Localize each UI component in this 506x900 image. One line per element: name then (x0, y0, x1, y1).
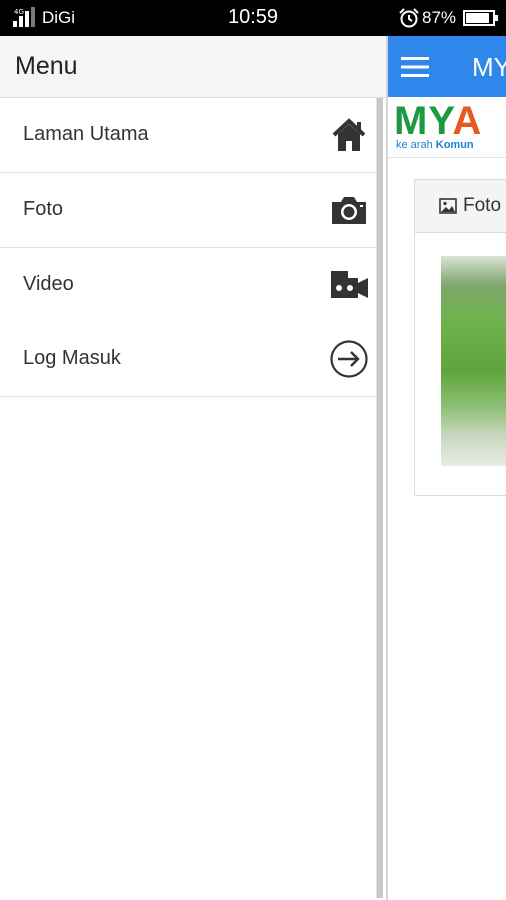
menu-item-label: Video (23, 273, 74, 295)
image-icon (439, 198, 457, 214)
menu-item-foto[interactable]: Foto (0, 173, 376, 248)
menu-item-log-masuk[interactable]: Log Masuk (0, 322, 376, 397)
drawer-header: Menu (0, 36, 386, 98)
menu-item-label: Foto (23, 198, 64, 220)
logo-banner: MYA ke arah Komun (388, 97, 506, 158)
battery-icon (463, 10, 498, 26)
photo-card-header: Foto (415, 180, 506, 233)
photo-card: Foto (414, 179, 506, 496)
drawer-title: Menu (15, 52, 78, 80)
carrier-label: DiGi (42, 8, 76, 27)
background-app: MY MYA ke arah Komun Foto (388, 36, 506, 900)
home-icon (332, 118, 366, 151)
status-bar: 4G DiGi 10:59 87% (0, 0, 506, 36)
drawer-divider (386, 36, 388, 900)
menu-item-video[interactable]: Video (0, 248, 376, 323)
login-arrow-icon (330, 340, 368, 378)
hamburger-menu-icon[interactable] (401, 56, 429, 78)
site-logo: MYA (394, 99, 483, 143)
menu-item-laman-utama[interactable]: Laman Utama (0, 98, 376, 173)
app-toolbar: MY (388, 36, 506, 97)
navigation-drawer: Menu Laman Utama Foto Video Log Masuk (0, 36, 388, 900)
app-title: MY (472, 52, 506, 82)
signal-icon: 4G (13, 7, 35, 27)
video-camera-icon (331, 271, 368, 298)
alarm-icon (399, 8, 419, 28)
menu-item-label: Laman Utama (23, 123, 149, 145)
menu-item-label: Log Masuk (23, 347, 121, 369)
photo-card-title: Foto (463, 195, 502, 216)
site-tagline: ke arah Komun (396, 139, 474, 151)
svg-text:4G: 4G (14, 8, 24, 16)
photo-thumbnail[interactable] (441, 256, 506, 466)
camera-icon (332, 197, 366, 224)
battery-percent: 87% (422, 8, 457, 27)
clock: 10:59 (228, 6, 279, 28)
drawer-scrollbar[interactable] (376, 98, 383, 898)
